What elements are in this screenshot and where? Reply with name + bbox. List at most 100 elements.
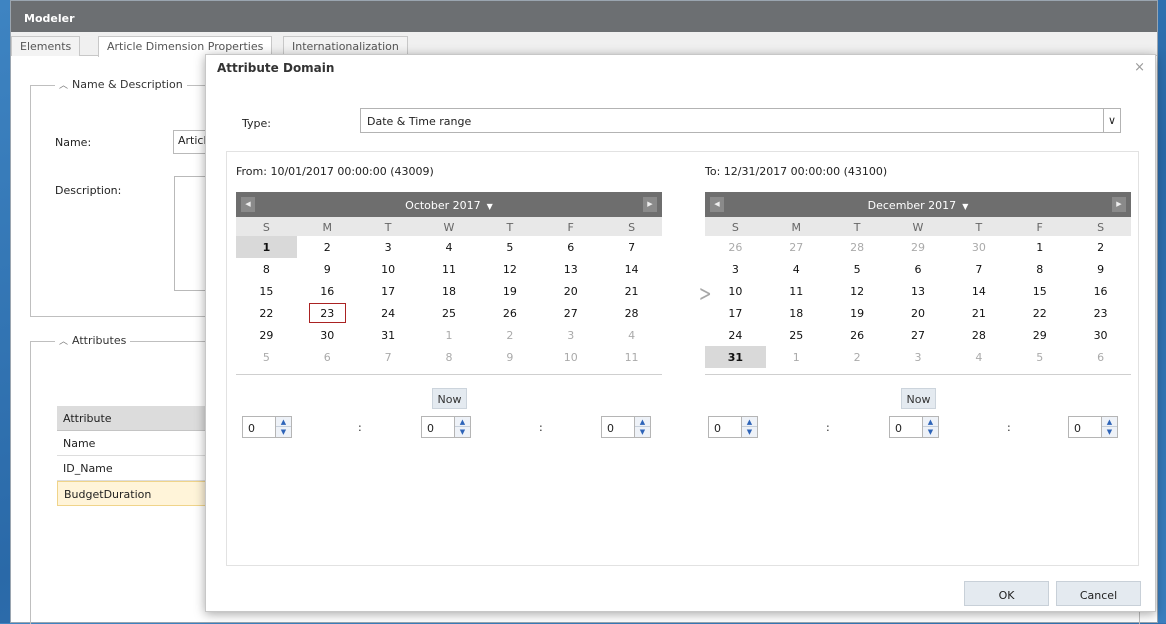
from-day-cell[interactable]: 1 — [236, 236, 297, 258]
to-day-cell[interactable]: 6 — [888, 258, 949, 280]
to-day-cell[interactable]: 23 — [1070, 302, 1131, 324]
from-day-cell[interactable]: 30 — [297, 324, 358, 346]
collapse-chevron-icon[interactable]: ︿ — [59, 81, 68, 91]
to-day-cell[interactable]: 13 — [888, 280, 949, 302]
from-day-cell[interactable]: 7 — [601, 236, 662, 258]
caret-down-icon[interactable]: ▼ — [487, 202, 493, 211]
from-day-cell[interactable]: 21 — [601, 280, 662, 302]
close-icon[interactable]: × — [1134, 60, 1145, 75]
from-day-cell[interactable]: 10 — [540, 346, 601, 368]
caret-down-icon[interactable]: ▼ — [962, 202, 968, 211]
type-select[interactable]: Date & Time range ∨ — [360, 108, 1121, 133]
tab-elements[interactable]: Elements — [11, 36, 81, 56]
spin-down-icon[interactable]: ▼ — [742, 427, 757, 437]
from-day-cell[interactable]: 4 — [601, 324, 662, 346]
from-day-cell[interactable]: 7 — [358, 346, 419, 368]
to-now-button[interactable]: Now — [901, 388, 936, 409]
to-day-cell[interactable]: 28 — [827, 236, 888, 258]
chevron-down-icon[interactable]: ∨ — [1103, 109, 1120, 132]
next-month-icon[interactable]: ▶ — [1112, 197, 1126, 212]
from-day-cell[interactable]: 23 — [297, 302, 358, 324]
to-day-cell[interactable]: 14 — [948, 280, 1009, 302]
from-day-cell[interactable]: 2 — [479, 324, 540, 346]
spin-up-icon[interactable]: ▲ — [742, 417, 757, 427]
from-day-cell[interactable]: 14 — [601, 258, 662, 280]
spin-up-icon[interactable]: ▲ — [455, 417, 470, 427]
to-day-cell[interactable]: 31 — [705, 346, 766, 368]
spin-up-icon[interactable]: ▲ — [923, 417, 938, 427]
tab-internationalization[interactable]: Internationalization — [283, 36, 408, 56]
spin-down-icon[interactable]: ▼ — [276, 427, 291, 437]
to-day-cell[interactable]: 18 — [766, 302, 827, 324]
to-day-cell[interactable]: 17 — [705, 302, 766, 324]
to-day-cell[interactable]: 12 — [827, 280, 888, 302]
from-day-cell[interactable]: 2 — [297, 236, 358, 258]
to-second-spinner[interactable]: 0 ▲ ▼ — [1068, 416, 1118, 438]
to-day-cell[interactable]: 2 — [827, 346, 888, 368]
from-day-cell[interactable]: 11 — [419, 258, 480, 280]
to-day-cell[interactable]: 8 — [1009, 258, 1070, 280]
to-day-cell[interactable]: 11 — [766, 280, 827, 302]
to-day-cell[interactable]: 21 — [948, 302, 1009, 324]
from-day-cell[interactable]: 28 — [601, 302, 662, 324]
from-day-cell[interactable]: 11 — [601, 346, 662, 368]
from-day-cell[interactable]: 17 — [358, 280, 419, 302]
to-day-cell[interactable]: 3 — [705, 258, 766, 280]
to-day-cell[interactable]: 28 — [948, 324, 1009, 346]
from-day-cell[interactable]: 9 — [479, 346, 540, 368]
spin-down-icon[interactable]: ▼ — [1102, 427, 1117, 437]
spin-up-icon[interactable]: ▲ — [635, 417, 650, 427]
table-row[interactable]: BudgetDuration — [57, 481, 227, 506]
from-day-cell[interactable]: 8 — [419, 346, 480, 368]
from-now-button[interactable]: Now — [432, 388, 467, 409]
from-day-cell[interactable]: 8 — [236, 258, 297, 280]
to-day-cell[interactable]: 15 — [1009, 280, 1070, 302]
spin-down-icon[interactable]: ▼ — [455, 427, 470, 437]
from-day-cell[interactable]: 20 — [540, 280, 601, 302]
from-day-cell[interactable]: 31 — [358, 324, 419, 346]
from-hour-spinner[interactable]: 0 ▲ ▼ — [242, 416, 292, 438]
from-day-cell[interactable]: 29 — [236, 324, 297, 346]
to-day-cell[interactable]: 27 — [888, 324, 949, 346]
from-day-cell[interactable]: 3 — [540, 324, 601, 346]
spin-up-icon[interactable]: ▲ — [276, 417, 291, 427]
from-day-cell[interactable]: 24 — [358, 302, 419, 324]
from-day-cell[interactable]: 16 — [297, 280, 358, 302]
table-row[interactable]: Name — [57, 431, 227, 456]
table-row[interactable]: ID_Name — [57, 456, 227, 481]
to-day-cell[interactable]: 7 — [948, 258, 1009, 280]
from-day-cell[interactable]: 18 — [419, 280, 480, 302]
cancel-button[interactable]: Cancel — [1056, 581, 1141, 606]
to-day-cell[interactable]: 27 — [766, 236, 827, 258]
from-day-cell[interactable]: 15 — [236, 280, 297, 302]
from-day-cell[interactable]: 9 — [297, 258, 358, 280]
to-day-cell[interactable]: 30 — [948, 236, 1009, 258]
to-day-cell[interactable]: 26 — [705, 236, 766, 258]
from-day-cell[interactable]: 12 — [479, 258, 540, 280]
from-day-cell[interactable]: 6 — [297, 346, 358, 368]
collapse-chevron-icon[interactable]: ︿ — [59, 337, 68, 347]
ok-button[interactable]: OK — [964, 581, 1049, 606]
to-day-cell[interactable]: 24 — [705, 324, 766, 346]
from-day-cell[interactable]: 4 — [419, 236, 480, 258]
to-day-cell[interactable]: 2 — [1070, 236, 1131, 258]
from-day-cell[interactable]: 3 — [358, 236, 419, 258]
to-day-cell[interactable]: 16 — [1070, 280, 1131, 302]
to-day-cell[interactable]: 10 — [705, 280, 766, 302]
to-day-cell[interactable]: 20 — [888, 302, 949, 324]
to-day-cell[interactable]: 5 — [1009, 346, 1070, 368]
from-day-cell[interactable]: 1 — [419, 324, 480, 346]
from-day-cell[interactable]: 13 — [540, 258, 601, 280]
to-minute-spinner[interactable]: 0 ▲ ▼ — [889, 416, 939, 438]
from-day-cell[interactable]: 5 — [479, 236, 540, 258]
to-day-cell[interactable]: 5 — [827, 258, 888, 280]
to-day-cell[interactable]: 1 — [1009, 236, 1070, 258]
to-day-cell[interactable]: 4 — [766, 258, 827, 280]
to-day-cell[interactable]: 26 — [827, 324, 888, 346]
to-day-cell[interactable]: 9 — [1070, 258, 1131, 280]
to-day-cell[interactable]: 6 — [1070, 346, 1131, 368]
next-month-icon[interactable]: ▶ — [643, 197, 657, 212]
to-day-cell[interactable]: 22 — [1009, 302, 1070, 324]
prev-month-icon[interactable]: ◀ — [241, 197, 255, 212]
from-month-title[interactable]: October 2017 — [405, 199, 481, 212]
